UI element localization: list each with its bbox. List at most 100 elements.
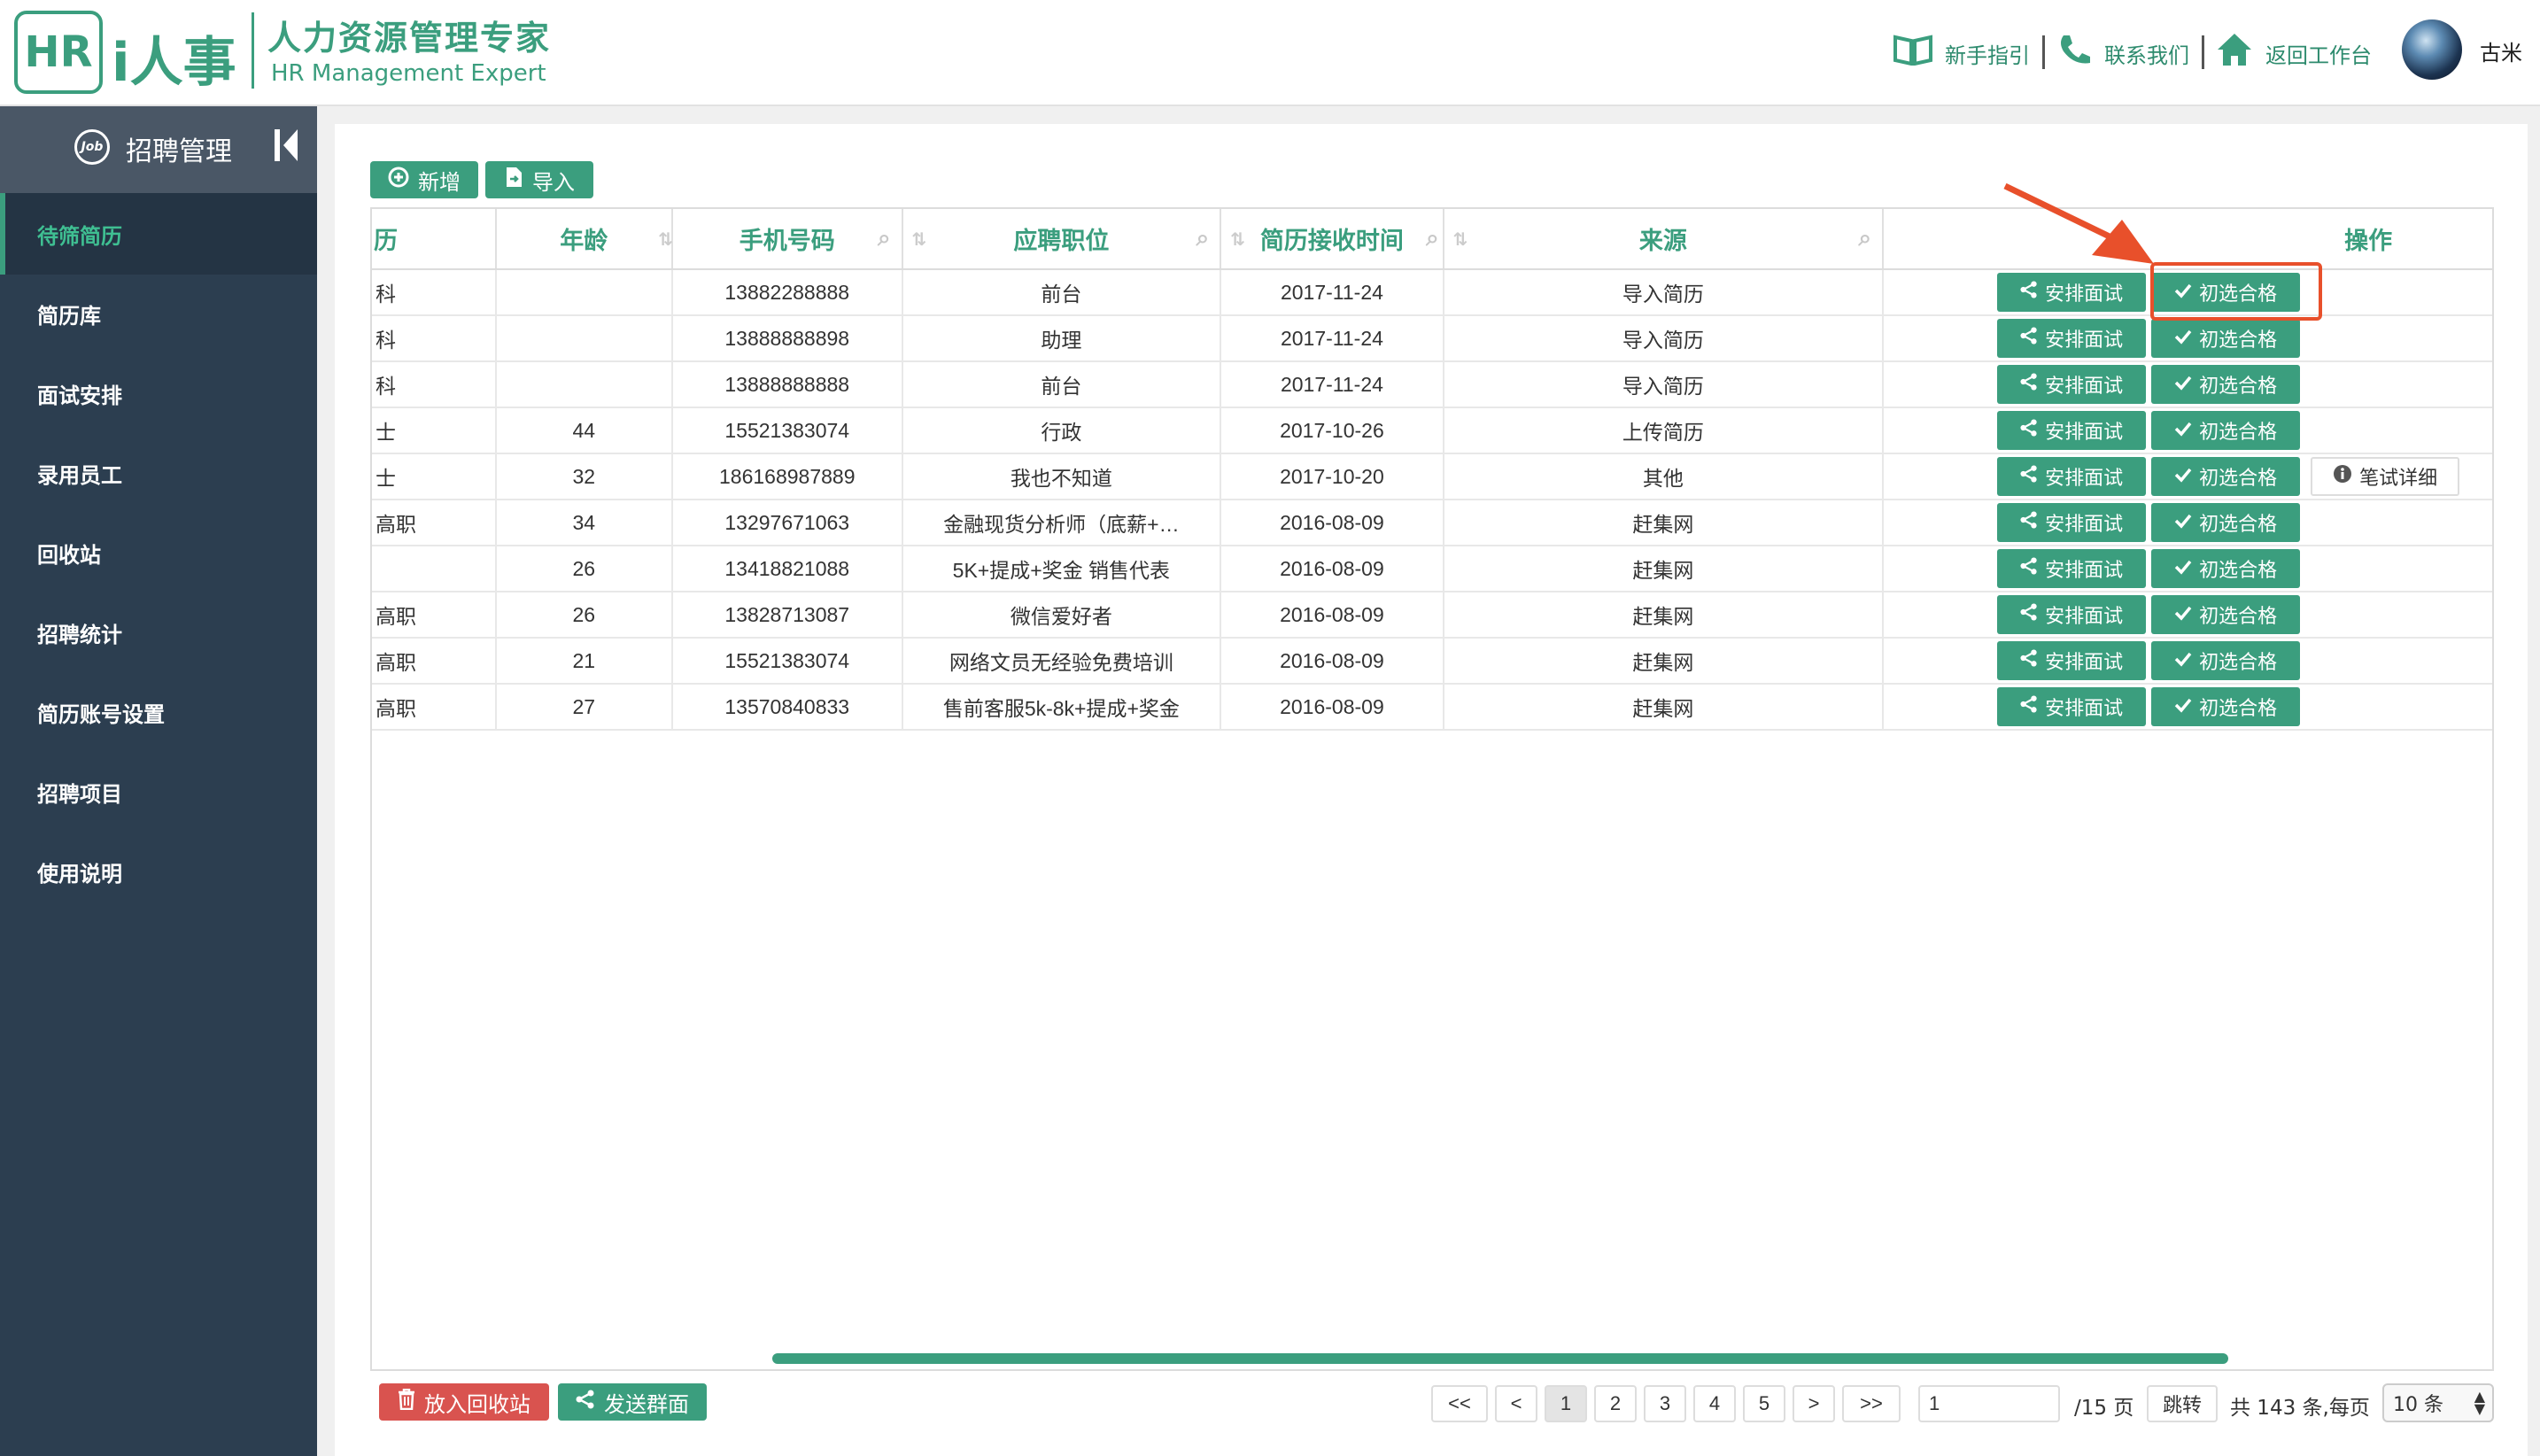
table-row[interactable]: 士 44 15521383074 行政 2017-10-26 上传简历 安排面试 初选合格	[372, 407, 2492, 454]
group-interview-button[interactable]: 发送群面	[558, 1383, 707, 1421]
sort-icon[interactable]: ⇅	[912, 228, 927, 250]
logo-mark-text: HR	[24, 27, 93, 77]
avatar[interactable]	[2402, 19, 2462, 80]
col-education-label: 历	[374, 228, 398, 255]
search-icon[interactable]: ⌕	[1426, 225, 1439, 252]
back-workbench-link[interactable]: 返回工作台	[2216, 33, 2372, 71]
page-1-button[interactable]: 1	[1545, 1385, 1587, 1422]
screening-pass-button[interactable]: 初选合格	[2151, 503, 2301, 542]
table-row[interactable]: 科 13888888898 助理 2017-11-24 导入简历 安排面试 初选合格	[372, 315, 2492, 362]
schedule-interview-button[interactable]: 安排面试	[1997, 687, 2147, 726]
sidebar-item-interviews[interactable]: 面试安排	[0, 352, 317, 434]
cell-source: 赶集网	[1443, 638, 1885, 685]
cell-position: 行政	[902, 407, 1222, 454]
move-to-recycle-button[interactable]: 放入回收站	[379, 1383, 549, 1421]
sidebar-item-pending-resumes[interactable]: 待筛简历	[0, 193, 317, 275]
logo-title-en: HR Management Expert	[271, 60, 546, 87]
page-2-button[interactable]: 2	[1594, 1385, 1637, 1422]
sidebar-item-account-settings[interactable]: 简历账号设置	[0, 671, 317, 753]
col-source[interactable]: ⇅ 来源 ⌕	[1443, 209, 1885, 270]
sidebar-item-label: 待筛简历	[37, 223, 122, 249]
schedule-interview-button[interactable]: 安排面试	[1997, 365, 2147, 404]
home-icon	[2216, 32, 2253, 75]
screening-pass-button[interactable]: 初选合格	[2151, 687, 2301, 726]
schedule-interview-button[interactable]: 安排面试	[1997, 595, 2147, 634]
cell-phone: 186168987889	[671, 453, 903, 500]
cell-education	[372, 546, 497, 592]
schedule-interview-button[interactable]: 安排面试	[1997, 273, 2147, 312]
cell-operations: 安排面试 初选合格 笔试详细	[1883, 453, 2492, 500]
screening-pass-button[interactable]: 初选合格	[2151, 641, 2301, 680]
schedule-interview-button[interactable]: 安排面试	[1997, 503, 2147, 542]
schedule-interview-button[interactable]: 安排面试	[1997, 641, 2147, 680]
cell-age	[495, 361, 673, 408]
search-icon[interactable]: ⌕	[1859, 225, 1872, 252]
screening-pass-label: 初选合格	[2199, 329, 2278, 352]
sidebar-item-recycle-bin[interactable]: 回收站	[0, 512, 317, 593]
cell-education: 高职	[372, 638, 497, 685]
col-age[interactable]: 年龄 ⇅	[495, 209, 673, 270]
sidebar-item-projects[interactable]: 招聘项目	[0, 751, 317, 833]
schedule-interview-label: 安排面试	[2045, 422, 2124, 444]
page-next-button[interactable]: >	[1793, 1385, 1835, 1422]
page-jump-input[interactable]: 1	[1918, 1385, 2060, 1422]
written-test-detail-button[interactable]: 笔试详细	[2311, 457, 2460, 496]
table-row[interactable]: 士 32 186168987889 我也不知道 2017-10-20 其他 安排面试 初选合格…	[372, 453, 2492, 500]
col-position[interactable]: ⇅ 应聘职位 ⌕	[902, 209, 1222, 270]
horizontal-scrollbar[interactable]	[772, 1353, 2228, 1364]
jump-button[interactable]: 跳转	[2147, 1385, 2218, 1422]
table-row[interactable]: 高职 27 13570840833 售前客服5k-8k+提成+奖金 2016-08-09…	[372, 684, 2492, 731]
col-phone[interactable]: 手机号码 ⌕	[671, 209, 903, 270]
guide-link[interactable]: 新手指引	[1893, 35, 2030, 71]
search-icon[interactable]: ⌕	[878, 225, 891, 252]
user-name[interactable]: 古米	[2480, 35, 2522, 66]
table-row[interactable]: 高职 34 13297671063 金融现货分析师（底薪+… 2016-08-09 赶集网…	[372, 500, 2492, 546]
table-row[interactable]: 高职 21 15521383074 网络文员无经验免费培训 2016-08-09 赶集网安…	[372, 638, 2492, 685]
sort-icon[interactable]: ⇅	[1230, 228, 1245, 250]
sidebar-item-statistics[interactable]: 招聘统计	[0, 592, 317, 673]
page-size-select[interactable]: 10 条 ▲ ▼	[2382, 1383, 2494, 1422]
schedule-interview-button[interactable]: 安排面试	[1997, 411, 2147, 450]
schedule-interview-button[interactable]: 安排面试	[1997, 319, 2147, 358]
schedule-interview-button[interactable]: 安排面试	[1997, 457, 2147, 496]
col-education[interactable]: 历	[372, 209, 497, 270]
page-1-label: 1	[1560, 1392, 1572, 1414]
page-prev-button[interactable]: <	[1495, 1385, 1537, 1422]
screening-pass-button[interactable]: 初选合格	[2151, 549, 2301, 588]
page-5-button[interactable]: 5	[1743, 1385, 1785, 1422]
collapse-sidebar-icon[interactable]	[273, 126, 299, 174]
import-button[interactable]: 导入	[485, 161, 593, 198]
table-row[interactable]: 科 13888888888 前台 2017-11-24 导入简历 安排面试 初选合格	[372, 361, 2492, 408]
screening-pass-button[interactable]: 初选合格	[2151, 457, 2301, 496]
screening-pass-button[interactable]: 初选合格	[2151, 365, 2301, 404]
back-label: 返回工作台	[2265, 43, 2372, 68]
sidebar-item-hired[interactable]: 录用员工	[0, 432, 317, 514]
sort-icon[interactable]: ⇅	[658, 228, 673, 250]
schedule-interview-button[interactable]: 安排面试	[1997, 549, 2147, 588]
page-jump-value: 1	[1929, 1392, 1940, 1414]
book-icon	[1893, 34, 1932, 74]
page-last-button[interactable]: >>	[1842, 1385, 1901, 1422]
cell-education: 科	[372, 361, 497, 408]
table-row[interactable]: 26 13418821088 5K+提成+奖金 销售代表 2016-08-09 赶集网安…	[372, 546, 2492, 592]
sidebar-item-resume-library[interactable]: 简历库	[0, 273, 317, 354]
page-first-button[interactable]: <<	[1431, 1385, 1488, 1422]
share-icon	[2020, 419, 2038, 442]
contact-link[interactable]: 联系我们	[2056, 35, 2189, 71]
screening-pass-button[interactable]: 初选合格	[2151, 319, 2301, 358]
page-4-button[interactable]: 4	[1693, 1385, 1736, 1422]
sidebar-item-help[interactable]: 使用说明	[0, 831, 317, 912]
page-3-button[interactable]: 3	[1644, 1385, 1686, 1422]
sidebar-item-label: 招聘统计	[37, 622, 122, 647]
sort-icon[interactable]: ⇅	[1453, 228, 1468, 250]
share-icon	[2020, 465, 2038, 488]
cell-phone: 15521383074	[671, 638, 903, 685]
add-button[interactable]: 新增	[370, 161, 478, 198]
screening-pass-button[interactable]: 初选合格	[2151, 595, 2301, 634]
page-5-label: 5	[1758, 1392, 1770, 1414]
col-received-time[interactable]: ⇅ 简历接收时间 ⌕	[1220, 209, 1444, 270]
table-row[interactable]: 高职 26 13828713087 微信爱好者 2016-08-09 赶集网 安排面试 初选合…	[372, 592, 2492, 639]
screening-pass-button[interactable]: 初选合格	[2151, 411, 2301, 450]
cell-source: 导入简历	[1443, 315, 1885, 362]
search-icon[interactable]: ⌕	[1196, 225, 1210, 252]
